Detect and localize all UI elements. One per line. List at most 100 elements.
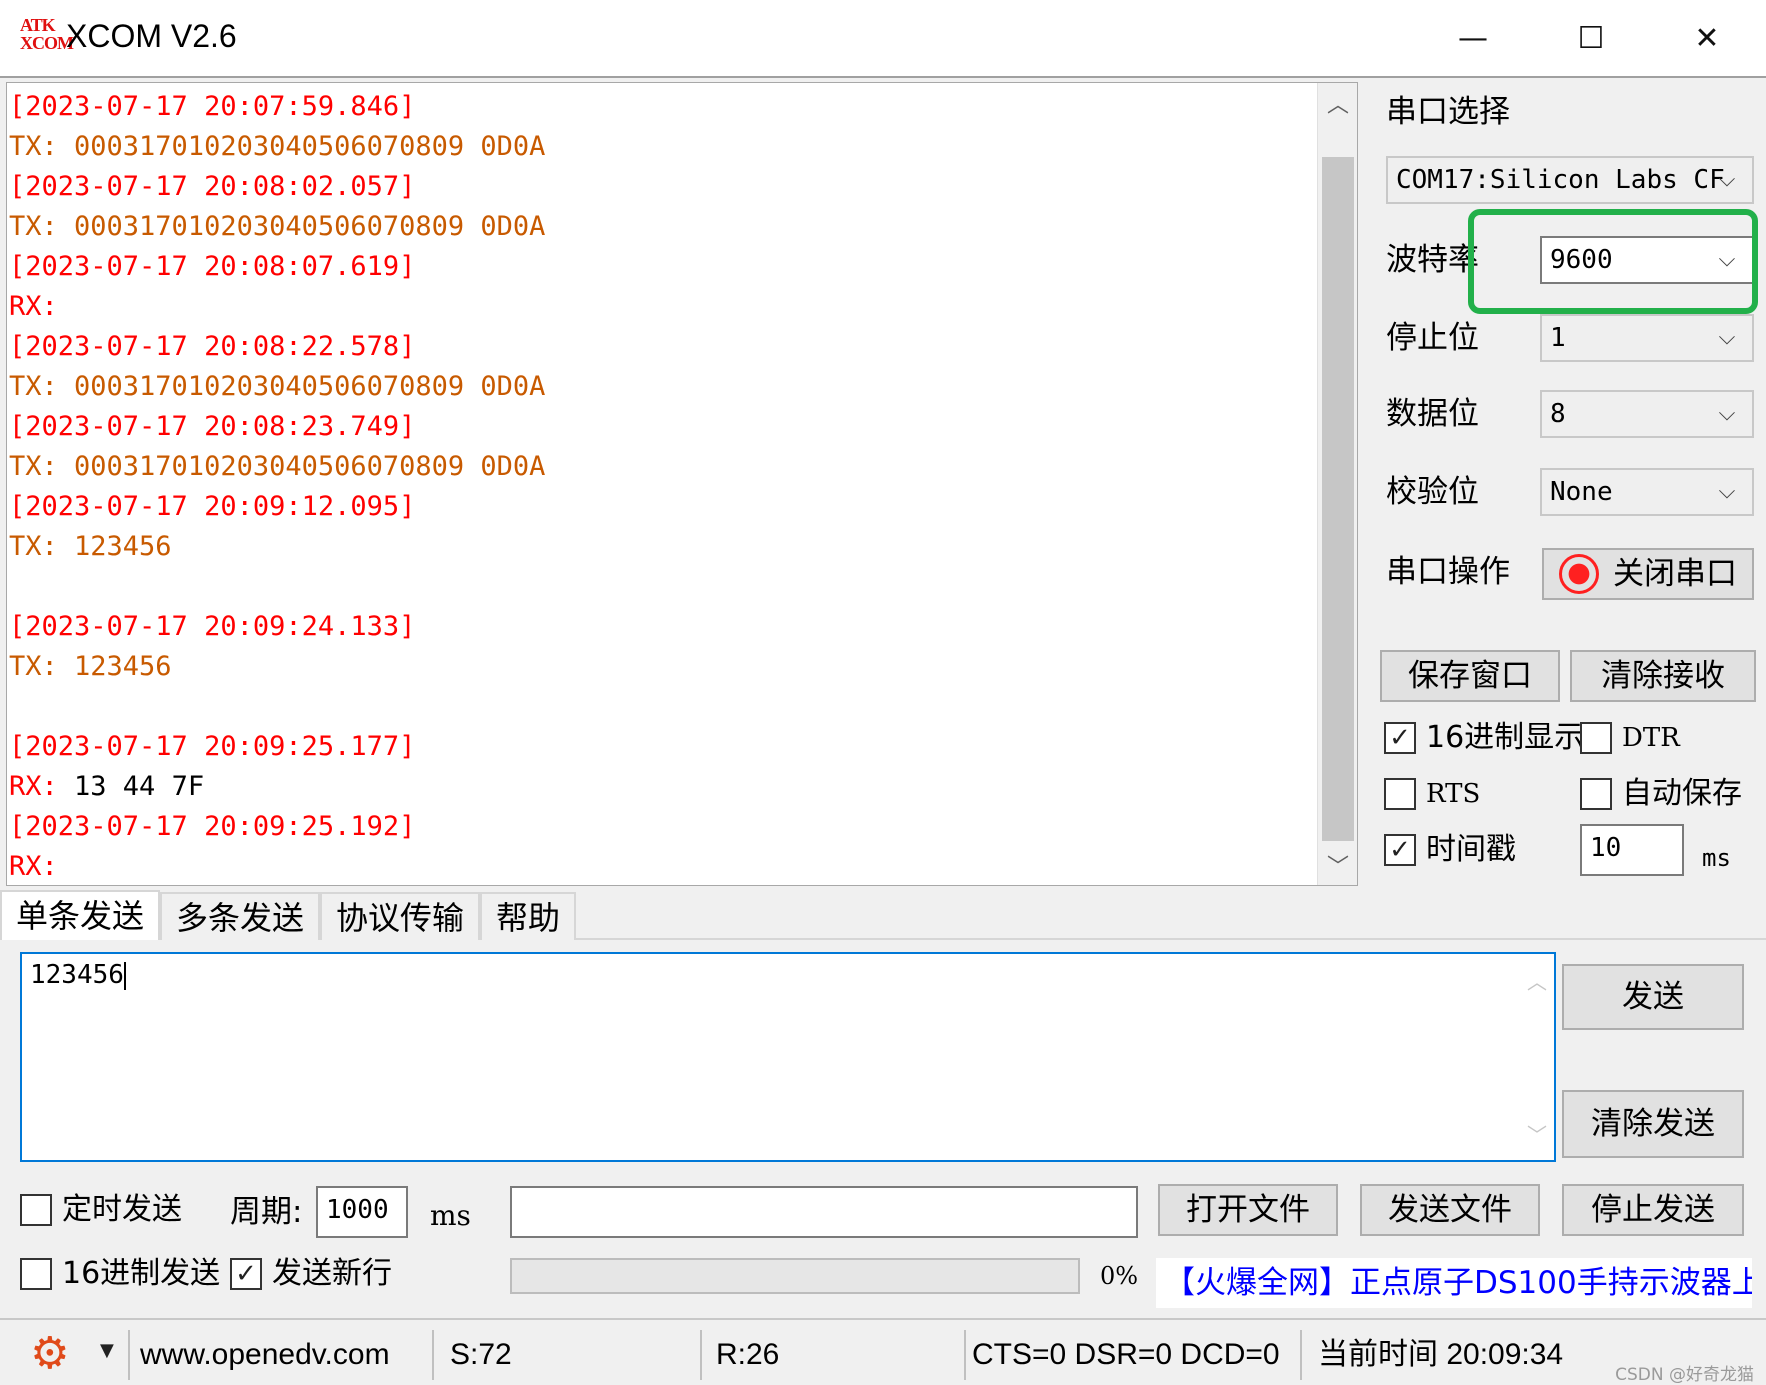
receive-line [9, 687, 1309, 727]
port-label: 串口选择 [1386, 94, 1510, 130]
sent-count: S:72 [440, 1330, 702, 1380]
status-bar: ⚙ ▼ www.openedv.com S:72 R:26 CTS=0 DSR=… [0, 1318, 1766, 1385]
promo-link[interactable]: 【火爆全网】正点原子DS100手持示波器上市 [1156, 1258, 1752, 1308]
parity-label: 校验位 [1386, 474, 1479, 510]
receive-line: [2023-07-17 20:08:07.619] [9, 251, 416, 282]
auto-save-checkbox[interactable]: 自动保存 [1580, 774, 1742, 814]
checkbox-icon [1580, 778, 1612, 810]
tab-protocol[interactable]: 协议传输 [320, 892, 481, 940]
timed-send-checkbox[interactable]: 定时发送 [20, 1190, 182, 1230]
close-icon: ✕ [1694, 20, 1720, 56]
save-window-button[interactable]: 保存窗口 [1380, 650, 1560, 702]
chevron-down-icon: ⌵ [1718, 479, 1736, 504]
maximize-button[interactable]: ☐ [1532, 0, 1650, 76]
highlight-box [1468, 209, 1758, 314]
send-button[interactable]: 发送 [1562, 964, 1744, 1030]
receive-line: TX: 000317010203040506070809 0D0A [9, 451, 546, 482]
dtr-checkbox[interactable]: DTR [1580, 718, 1680, 758]
line-status: CTS=0 DSR=0 DCD=0 [970, 1330, 1302, 1380]
hex-send-checkbox[interactable]: 16进制发送 [20, 1254, 220, 1294]
receive-line: [2023-07-17 20:09:24.133] [9, 611, 416, 642]
send-input[interactable]: 123456 ︿ ﹀ [20, 952, 1556, 1162]
stop-send-button[interactable]: 停止发送 [1562, 1184, 1744, 1236]
receive-area[interactable]: [2023-07-17 20:07:59.846] TX: 00031701020… [6, 82, 1358, 886]
dropdown-arrow-icon[interactable]: ▼ [100, 1340, 114, 1361]
maximize-icon: ☐ [1577, 20, 1605, 56]
checkbox-icon: ✓ [1384, 834, 1416, 866]
stop-bits-select[interactable]: 1 ⌵ [1540, 314, 1754, 362]
receive-line: RX: [9, 851, 58, 882]
progress-percent: 0% [1100, 1262, 1139, 1290]
ms-unit-label: ms [1702, 844, 1731, 872]
watermark: CSDN @好奇龙猫 [1615, 1365, 1754, 1385]
send-progress-bar [510, 1258, 1080, 1294]
tab-help[interactable]: 帮助 [480, 892, 577, 940]
scroll-up-icon[interactable]: ︿ [1318, 83, 1357, 123]
checkbox-icon [20, 1194, 52, 1226]
checkbox-icon: ✓ [1384, 722, 1416, 754]
window-title: XCOM V2.6 [66, 18, 237, 54]
send-newline-checkbox[interactable]: ✓ 发送新行 [230, 1254, 392, 1294]
close-button[interactable]: ✕ [1648, 0, 1766, 76]
receive-line: [2023-07-17 20:08:23.749] [9, 411, 416, 442]
close-port-button[interactable]: 关闭串口 [1542, 548, 1754, 600]
timestamp-interval-input[interactable]: 10 [1580, 824, 1684, 876]
send-tabs: 单条发送 多条发送 协议传输 帮助 [0, 890, 577, 940]
receive-line: [2023-07-17 20:09:25.177] [9, 731, 416, 762]
data-bits-label: 数据位 [1386, 396, 1479, 432]
open-file-button[interactable]: 打开文件 [1158, 1184, 1338, 1236]
receive-line: TX: 000317010203040506070809 0D0A [9, 371, 546, 402]
checkbox-icon [1580, 722, 1612, 754]
website-link[interactable]: www.openedv.com [128, 1330, 434, 1380]
tab-multi-send[interactable]: 多条发送 [160, 892, 321, 940]
current-time: 当前时间 20:09:34 [1318, 1338, 1564, 1371]
checkbox-icon: ✓ [230, 1258, 262, 1290]
chevron-down-icon: ⌵ [1718, 325, 1736, 350]
title-bar: ATK XCOM XCOM V2.6 — ☐ ✕ [0, 0, 1766, 78]
receive-line: [2023-07-17 20:09:25.192] [9, 811, 416, 842]
rts-checkbox[interactable]: RTS [1384, 774, 1480, 814]
scroll-down-icon[interactable]: ﹀ [1520, 1119, 1554, 1148]
send-scrollbar[interactable]: ︿ ﹀ [1520, 954, 1554, 1160]
status-led-icon [1559, 554, 1599, 594]
receive-log: [2023-07-17 20:07:59.846] TX: 00031701020… [9, 87, 1309, 885]
stop-bits-label: 停止位 [1386, 320, 1479, 356]
hex-display-checkbox[interactable]: ✓ 16进制显示 [1384, 718, 1584, 758]
file-path-input[interactable] [510, 1186, 1138, 1238]
period-input[interactable]: 1000 [316, 1186, 408, 1238]
checkbox-icon [20, 1258, 52, 1290]
receive-line: [2023-07-17 20:09:12.095] [9, 491, 416, 522]
receive-line: TX: 123456 [9, 531, 172, 562]
period-label: 周期: [230, 1194, 303, 1230]
chevron-down-icon: ⌵ [1718, 167, 1736, 192]
gear-icon[interactable]: ⚙ [30, 1332, 74, 1376]
data-bits-select[interactable]: 8 ⌵ [1540, 390, 1754, 438]
parity-select[interactable]: None ⌵ [1540, 468, 1754, 516]
scroll-down-icon[interactable]: ﹀ [1318, 845, 1357, 885]
serial-op-label: 串口操作 [1386, 554, 1510, 590]
chevron-down-icon: ⌵ [1718, 401, 1736, 426]
receive-line: [2023-07-17 20:08:02.057] [9, 171, 416, 202]
app-logo-icon: ATK XCOM [20, 15, 74, 53]
minimize-icon: — [1458, 20, 1488, 56]
receive-line: TX: 000317010203040506070809 0D0A [9, 211, 546, 242]
receive-line: [2023-07-17 20:07:59.846] [9, 91, 416, 122]
receive-line: RX: [9, 291, 58, 322]
tab-single-send[interactable]: 单条发送 [0, 890, 161, 940]
port-select[interactable]: COM17:Silicon Labs CF ⌵ [1386, 156, 1754, 204]
checkbox-icon [1384, 778, 1416, 810]
receive-line: [2023-07-17 20:08:22.578] [9, 331, 416, 362]
received-count: R:26 [706, 1330, 966, 1380]
receive-scrollbar[interactable]: ︿ ﹀ [1317, 83, 1357, 885]
clear-send-button[interactable]: 清除发送 [1562, 1090, 1744, 1158]
text-caret [123, 961, 126, 990]
send-file-button[interactable]: 发送文件 [1360, 1184, 1540, 1236]
clear-receive-button[interactable]: 清除接收 [1570, 650, 1756, 702]
receive-line: TX: 000317010203040506070809 0D0A [9, 131, 546, 162]
receive-line: RX: 13 44 7F [9, 771, 205, 802]
minimize-button[interactable]: — [1414, 0, 1532, 76]
scroll-up-icon[interactable]: ︿ [1520, 966, 1554, 995]
period-unit-label: ms [430, 1199, 471, 1232]
timestamp-checkbox[interactable]: ✓ 时间戳 [1384, 830, 1516, 870]
scroll-thumb[interactable] [1322, 157, 1354, 841]
